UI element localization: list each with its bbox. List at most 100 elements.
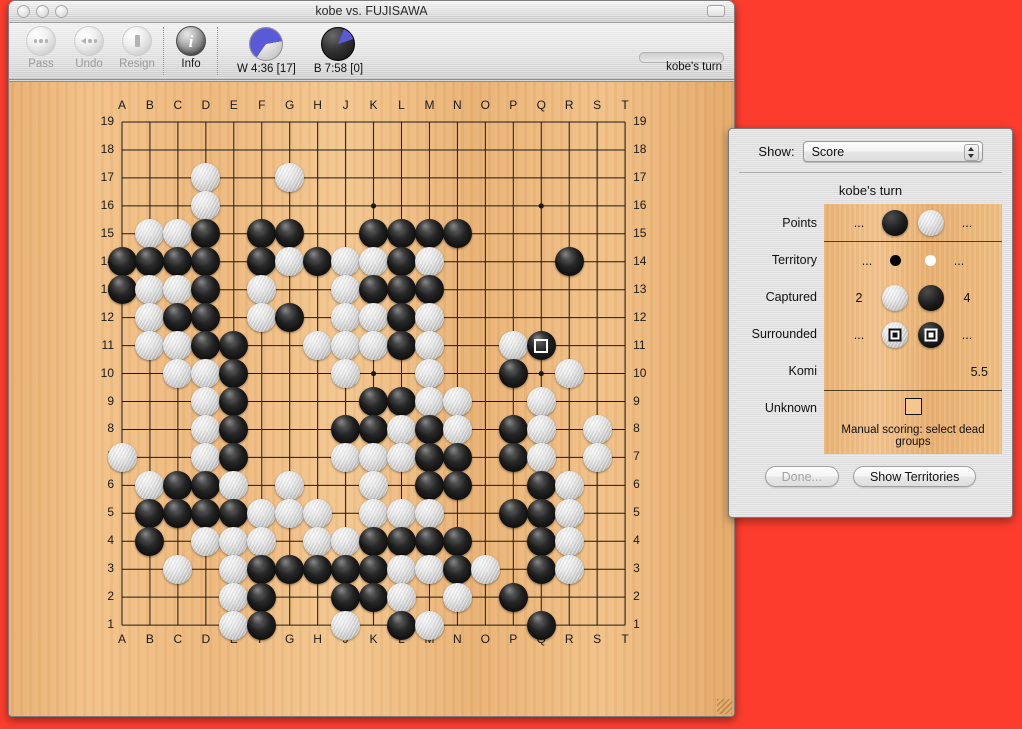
white-stone[interactable]	[526, 414, 556, 444]
white-stone[interactable]	[442, 387, 472, 416]
black-stone[interactable]	[526, 554, 556, 584]
black-stone[interactable]	[554, 247, 584, 277]
white-stone[interactable]	[526, 387, 556, 416]
white-stone[interactable]	[191, 526, 221, 556]
black-stone[interactable]	[359, 387, 389, 416]
white-stone[interactable]	[219, 582, 249, 612]
white-stone[interactable]	[470, 554, 500, 584]
black-stone[interactable]	[303, 554, 333, 584]
info-button[interactable]: i Info	[167, 26, 215, 70]
white-stone[interactable]	[442, 582, 472, 612]
toolbar-toggle-button[interactable]	[707, 5, 725, 17]
black-stone[interactable]	[331, 554, 361, 584]
white-stone[interactable]	[414, 303, 444, 333]
black-stone[interactable]	[247, 554, 277, 584]
white-stone[interactable]	[582, 414, 612, 444]
white-stone[interactable]	[359, 470, 389, 500]
black-stone[interactable]	[247, 610, 277, 640]
black-stone[interactable]	[442, 470, 472, 500]
white-stone[interactable]	[582, 442, 612, 472]
black-stone[interactable]	[191, 470, 221, 500]
black-stone[interactable]	[414, 470, 444, 500]
white-stone[interactable]	[247, 498, 277, 528]
white-stone[interactable]	[359, 442, 389, 472]
white-stone[interactable]	[219, 610, 249, 640]
done-button[interactable]: Done...	[764, 466, 839, 487]
white-stone[interactable]	[331, 610, 361, 640]
white-stone[interactable]	[107, 442, 137, 472]
black-stone[interactable]	[387, 275, 416, 305]
white-stone[interactable]	[387, 554, 416, 584]
black-stone[interactable]	[387, 610, 416, 640]
black-stone[interactable]	[331, 582, 361, 612]
black-stone[interactable]	[526, 470, 556, 500]
black-stone[interactable]	[359, 526, 389, 556]
black-stone[interactable]	[219, 498, 249, 528]
black-stone[interactable]	[442, 219, 472, 249]
white-stone[interactable]	[219, 526, 249, 556]
black-stone[interactable]	[498, 582, 528, 612]
black-stone[interactable]	[498, 414, 528, 444]
black-stone[interactable]	[387, 526, 416, 556]
white-stone[interactable]	[554, 470, 584, 500]
black-stone[interactable]	[442, 526, 472, 556]
black-stone[interactable]	[526, 610, 556, 640]
white-stone[interactable]	[387, 498, 416, 528]
white-stone[interactable]	[387, 582, 416, 612]
black-stone[interactable]	[107, 275, 137, 305]
white-stone[interactable]	[414, 610, 444, 640]
white-stone[interactable]	[387, 442, 416, 472]
white-stone[interactable]	[359, 498, 389, 528]
chevron-updown-icon[interactable]	[963, 144, 979, 161]
black-stone[interactable]	[526, 498, 556, 528]
undo-button[interactable]: Undo	[65, 26, 113, 70]
white-stone[interactable]	[331, 359, 361, 389]
show-territories-button[interactable]: Show Territories	[852, 466, 977, 487]
white-stone[interactable]	[247, 526, 277, 556]
white-stone[interactable]	[414, 387, 444, 416]
black-stone[interactable]	[387, 303, 416, 333]
white-stone[interactable]	[219, 554, 249, 584]
black-stone[interactable]	[163, 498, 193, 528]
white-clock[interactable]: W 4:36 [17]	[237, 27, 296, 75]
black-stone[interactable]	[219, 442, 249, 472]
black-stone[interactable]	[414, 442, 444, 472]
white-stone[interactable]	[331, 442, 361, 472]
white-stone[interactable]	[414, 554, 444, 584]
black-stone[interactable]	[247, 582, 277, 612]
white-stone[interactable]	[303, 526, 333, 556]
black-stone[interactable]	[359, 414, 389, 444]
go-board[interactable]: AABBCCDDEEFFGGHHJJKKLLMMNNOOPPQQRRSSTT19…	[9, 81, 734, 716]
black-stone[interactable]	[414, 414, 444, 444]
white-stone[interactable]	[331, 526, 361, 556]
white-stone[interactable]	[359, 331, 389, 361]
black-stone[interactable]	[442, 442, 472, 472]
show-dropdown[interactable]: Score	[802, 141, 983, 162]
white-stone[interactable]	[498, 331, 528, 361]
black-clock[interactable]: B 7:58 [0]	[314, 27, 363, 75]
black-stone[interactable]	[275, 554, 305, 584]
white-stone[interactable]	[554, 526, 584, 556]
white-stone[interactable]	[163, 554, 193, 584]
black-stone[interactable]	[359, 554, 389, 584]
white-stone[interactable]	[275, 470, 305, 500]
unknown-box-icon[interactable]	[904, 397, 922, 415]
white-stone[interactable]	[414, 498, 444, 528]
black-stone[interactable]	[387, 387, 416, 416]
black-stone[interactable]	[442, 554, 472, 584]
black-stone[interactable]	[387, 331, 416, 361]
white-stone[interactable]	[219, 470, 249, 500]
white-stone[interactable]	[414, 247, 444, 277]
black-stone[interactable]	[498, 442, 528, 472]
black-stone[interactable]	[414, 526, 444, 556]
black-stone[interactable]	[414, 275, 444, 305]
black-stone[interactable]	[331, 414, 361, 444]
black-stone[interactable]	[498, 359, 528, 389]
black-stone[interactable]	[191, 498, 221, 528]
white-stone[interactable]	[331, 331, 361, 361]
pass-button[interactable]: Pass	[17, 26, 65, 70]
black-stone[interactable]	[107, 247, 137, 277]
white-stone[interactable]	[414, 331, 444, 361]
titlebar[interactable]: kobe vs. FUJISAWA	[9, 1, 734, 23]
white-stone[interactable]	[414, 359, 444, 389]
